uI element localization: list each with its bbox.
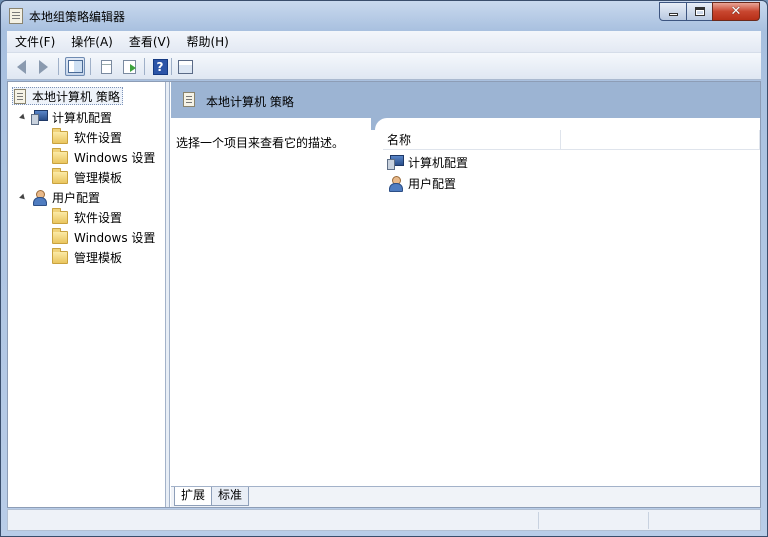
tree-item-admin-templates[interactable]: 管理模板 xyxy=(39,167,123,187)
menu-view[interactable]: 查看(V) xyxy=(121,31,179,53)
view-tabs: 扩展 标准 xyxy=(171,486,760,507)
minimize-button[interactable] xyxy=(659,2,687,21)
title-bar[interactable]: 本地组策略编辑器 ✕ xyxy=(1,1,767,31)
details-header: 本地计算机 策略 xyxy=(171,82,760,118)
toolbar-separator xyxy=(144,58,145,75)
collapsed-arrow-icon[interactable] xyxy=(39,152,45,162)
column-header-empty xyxy=(561,130,760,149)
collapsed-arrow-icon[interactable] xyxy=(39,132,45,142)
main-window: 本地组策略编辑器 ✕ 文件(F) 操作(A) 查看(V) 帮助(H) ? 本地计… xyxy=(0,0,768,537)
tree-item-software-settings[interactable]: 软件设置 xyxy=(39,207,123,227)
tree-item-label: 管理模板 xyxy=(74,170,123,185)
maximize-icon xyxy=(694,7,705,16)
tree-item-label: 用户配置 xyxy=(52,190,101,205)
folder-icon xyxy=(52,167,68,184)
window-title: 本地组策略编辑器 xyxy=(29,10,126,24)
computer-icon xyxy=(387,155,404,170)
close-icon: ✕ xyxy=(730,4,742,19)
collapsed-arrow-icon[interactable] xyxy=(39,252,45,262)
tree-item-label: 管理模板 xyxy=(74,250,123,265)
status-cell xyxy=(648,512,649,529)
details-title: 本地计算机 策略 xyxy=(206,95,294,109)
view-button[interactable] xyxy=(175,57,195,76)
toolbar-separator xyxy=(58,58,59,75)
tree-item-label: 计算机配置 xyxy=(52,110,113,125)
tree-item-computer-config[interactable]: 计算机配置 xyxy=(19,107,113,127)
tree-item-admin-templates[interactable]: 管理模板 xyxy=(39,247,123,267)
details-pane: 本地计算机 策略 选择一个项目来查看它的描述。 名称 计算机配置 用户配置 扩展… xyxy=(171,82,760,507)
collapsed-arrow-icon[interactable] xyxy=(39,232,45,242)
folder-icon xyxy=(52,227,68,244)
back-icon xyxy=(16,59,26,74)
tree-item-windows-settings[interactable]: Windows 设置 xyxy=(39,227,156,247)
policy-icon xyxy=(14,88,26,104)
view-icon xyxy=(177,59,193,74)
tree-root-label: 本地计算机 策略 xyxy=(32,89,120,104)
help-button[interactable]: ? xyxy=(150,57,170,76)
folder-icon xyxy=(52,147,68,164)
tree-item-label: Windows 设置 xyxy=(74,230,156,245)
description-text: 选择一个项目来查看它的描述。 xyxy=(176,136,345,150)
back-button[interactable] xyxy=(11,57,31,76)
tree-pane[interactable]: 本地计算机 策略 计算机配置 软件设置 Windows 设置 管理模板 用户配置… xyxy=(8,82,166,507)
folder-icon xyxy=(52,207,68,224)
collapsed-arrow-icon[interactable] xyxy=(39,212,45,222)
policy-editor-app-icon xyxy=(9,8,23,24)
show-hide-tree-button[interactable] xyxy=(65,57,85,76)
tree-item-label: 软件设置 xyxy=(74,130,123,145)
export-list-icon xyxy=(122,59,136,74)
list-item-label: 用户配置 xyxy=(408,176,457,191)
computer-icon xyxy=(31,110,48,125)
policy-icon xyxy=(183,92,195,107)
toolbar-separator xyxy=(171,58,172,75)
menu-action[interactable]: 操作(A) xyxy=(63,31,121,53)
forward-icon xyxy=(38,59,48,74)
content-area: 本地计算机 策略 计算机配置 软件设置 Windows 设置 管理模板 用户配置… xyxy=(7,81,761,508)
show-tree-icon xyxy=(67,60,83,73)
status-cell xyxy=(538,512,539,529)
list-column-header: 名称 xyxy=(383,130,760,150)
collapsed-arrow-icon[interactable] xyxy=(39,172,45,182)
toolbar-separator xyxy=(90,58,91,75)
expanded-arrow-icon[interactable] xyxy=(19,193,27,201)
close-button[interactable]: ✕ xyxy=(712,2,760,21)
tree-item-windows-settings[interactable]: Windows 设置 xyxy=(39,147,156,167)
status-bar xyxy=(7,509,761,531)
menu-help[interactable]: 帮助(H) xyxy=(178,31,236,53)
export-list-button[interactable] xyxy=(119,57,139,76)
tab-standard[interactable]: 标准 xyxy=(211,487,249,506)
expanded-arrow-icon[interactable] xyxy=(19,113,27,121)
folder-icon xyxy=(52,127,68,144)
list-item-user-config[interactable]: 用户配置 xyxy=(387,173,456,193)
tab-extended[interactable]: 扩展 xyxy=(174,487,214,506)
tree-item-user-config[interactable]: 用户配置 xyxy=(19,187,101,207)
list-item-label: 计算机配置 xyxy=(408,155,469,170)
user-icon xyxy=(387,175,403,192)
menu-file[interactable]: 文件(F) xyxy=(7,31,63,53)
list-item-computer-config[interactable]: 计算机配置 xyxy=(387,152,468,172)
toolbar: ? xyxy=(7,53,761,80)
properties-doc-icon xyxy=(100,59,112,74)
folder-icon xyxy=(52,247,68,264)
menu-bar: 文件(F) 操作(A) 查看(V) 帮助(H) xyxy=(7,31,761,53)
tree-item-label: 软件设置 xyxy=(74,210,123,225)
maximize-button[interactable] xyxy=(686,2,713,21)
user-icon xyxy=(31,189,47,206)
minimize-icon xyxy=(668,13,678,16)
help-icon: ? xyxy=(152,58,168,75)
tree-item-software-settings[interactable]: 软件设置 xyxy=(39,127,123,147)
tree-root[interactable]: 本地计算机 策略 xyxy=(12,87,123,105)
column-header-name[interactable]: 名称 xyxy=(383,130,561,149)
properties-button[interactable] xyxy=(96,57,116,76)
tree-item-label: Windows 设置 xyxy=(74,150,156,165)
pane-splitter[interactable] xyxy=(166,82,170,507)
forward-button[interactable] xyxy=(33,57,53,76)
